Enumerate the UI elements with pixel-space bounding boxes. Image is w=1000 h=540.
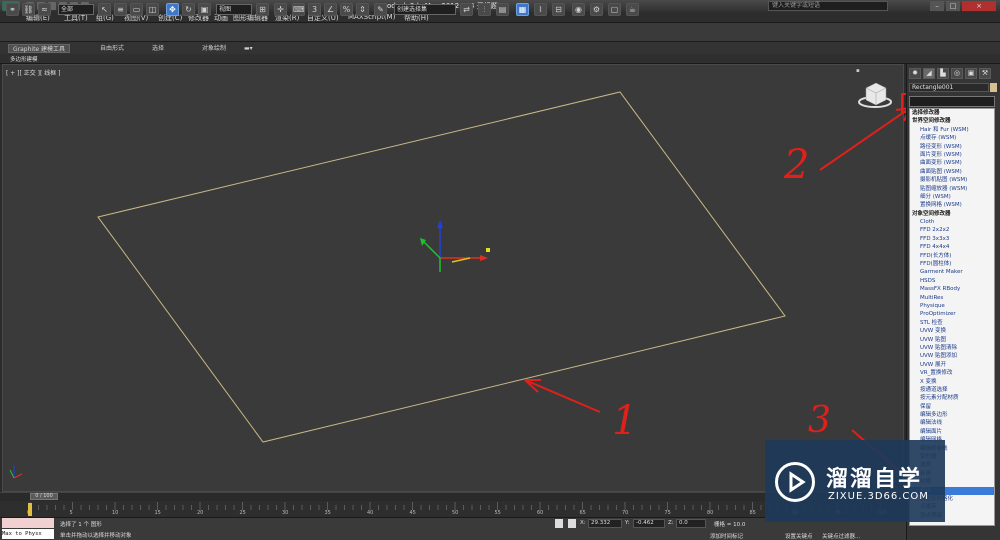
- modifier-list-item[interactable]: 曲面变形 (WSM): [910, 159, 994, 167]
- annotation-number-3: 3: [808, 400, 831, 441]
- z-coord-field[interactable]: 0.0: [676, 519, 706, 528]
- modifier-list-item[interactable]: UVW 贴图清除: [910, 344, 994, 352]
- modifier-list-item[interactable]: 曲面贴图 (WSM): [910, 168, 994, 176]
- modifier-list-item[interactable]: 细分 (WSM): [910, 193, 994, 201]
- frame-tick-label: 30: [282, 510, 289, 516]
- utilities-panel-icon[interactable]: ⚒: [979, 68, 991, 79]
- y-coord-field[interactable]: -0.462: [633, 519, 665, 528]
- watermark-title: 溜溜自学: [826, 467, 923, 492]
- modifier-list-item[interactable]: UVW 变换: [910, 327, 994, 335]
- modifier-list-item[interactable]: STL 检查: [910, 319, 994, 327]
- modifier-category-header: 对象空间修改器: [912, 210, 951, 217]
- grid-size-text: 栅格 = 10.0: [714, 522, 746, 528]
- modifier-list-item[interactable]: FFD(长方体): [910, 252, 994, 260]
- frame-tick-label: 40: [367, 510, 374, 516]
- watermark-play-icon: [775, 462, 815, 502]
- modifier-list-item[interactable]: 编辑多边形: [910, 411, 994, 419]
- display-panel-icon[interactable]: ▣: [965, 68, 977, 79]
- x-label: X:: [580, 520, 586, 526]
- frame-tick-label: 25: [239, 510, 246, 516]
- keyframe-marker: [28, 503, 32, 516]
- modifier-list-item[interactable]: MassFX RBody: [910, 285, 994, 293]
- modifier-list-item[interactable]: 面片变形 (WSM): [910, 151, 994, 159]
- modify-panel-icon[interactable]: ◢: [923, 68, 935, 79]
- add-time-tag-button[interactable]: 添加时间标记: [710, 532, 743, 540]
- modifier-list-item[interactable]: Physique: [910, 302, 994, 310]
- modifier-list-item[interactable]: MultiRes: [910, 294, 994, 302]
- modifier-category-header: 选择修改器: [912, 110, 940, 116]
- maxscript-input[interactable]: Max to Physx: [2, 529, 54, 539]
- modifier-list-item[interactable]: UVW 贴图: [910, 336, 994, 344]
- modifier-list-item[interactable]: 路径变形 (WSM): [910, 143, 994, 151]
- status-selection-text: 选择了 1 个 图形: [60, 522, 102, 528]
- modifier-list-item[interactable]: 编辑面片: [910, 428, 994, 436]
- frame-tick-label: 50: [452, 510, 459, 516]
- modifier-list-dropdown[interactable]: [909, 96, 995, 107]
- viewcube-icon[interactable]: [858, 82, 892, 108]
- frame-tick-label: 80: [707, 510, 714, 516]
- modifier-list-item[interactable]: 贴图缩放器 (WSM): [910, 185, 994, 193]
- watermark-url: ZIXUE.3D66.COM: [828, 491, 929, 502]
- hierarchy-panel-icon[interactable]: ▙: [937, 68, 949, 79]
- object-name-field[interactable]: Rectangle001: [909, 83, 989, 92]
- modifier-category-header: 世界空间修改器: [912, 118, 951, 125]
- set-key-button[interactable]: 设置关键点: [785, 532, 813, 540]
- modifier-list-item[interactable]: 置换网格 (WSM): [910, 201, 994, 209]
- modifier-list-item[interactable]: VR_置换修改: [910, 369, 994, 377]
- frame-tick-label: 10: [112, 510, 119, 516]
- modifier-list-item[interactable]: FFD 2x2x2: [910, 226, 994, 234]
- object-color-swatch[interactable]: [990, 83, 997, 92]
- modifier-list-item[interactable]: 编辑法线: [910, 419, 994, 427]
- frame-tick-label: 20: [197, 510, 204, 516]
- frame-tick-label: 15: [154, 510, 161, 516]
- z-label: Z:: [668, 520, 674, 526]
- modifier-list-item[interactable]: ProOptimizer: [910, 310, 994, 318]
- annotation-number-2: 2: [784, 142, 810, 188]
- modifier-list-item[interactable]: Garment Maker: [910, 268, 994, 276]
- frame-tick-label: 55: [494, 510, 501, 516]
- create-panel-icon[interactable]: ✹: [909, 68, 921, 79]
- world-axis-icon: [9, 466, 23, 479]
- modifier-list-item[interactable]: FFD(圆柱体): [910, 260, 994, 268]
- y-label: Y:: [625, 520, 630, 526]
- x-coord-field[interactable]: 29.332: [588, 519, 622, 528]
- key-filters-button[interactable]: 关键点过滤器...: [822, 532, 860, 540]
- frame-tick-label: 5: [69, 510, 73, 516]
- modifier-list-item[interactable]: HSDS: [910, 277, 994, 285]
- frame-tick-label: 70: [622, 510, 629, 516]
- lock-selection-icon[interactable]: [555, 519, 563, 528]
- modifier-list-item[interactable]: UVW 展开: [910, 361, 994, 369]
- time-slider-thumb[interactable]: 0 / 100: [30, 493, 58, 500]
- modifier-list-item[interactable]: Cloth: [910, 218, 994, 226]
- status-prompt-text: 单击并拖动以选择并移动对象: [60, 533, 132, 539]
- frame-tick-label: 85: [749, 510, 756, 516]
- modifier-list-item[interactable]: UVW 贴图添加: [910, 352, 994, 360]
- modifier-list-item[interactable]: 按元素分配材质: [910, 394, 994, 402]
- maxscript-listener-pink[interactable]: [2, 518, 54, 528]
- frame-tick-label: 75: [664, 510, 671, 516]
- annotation-arrow-1: [524, 379, 601, 413]
- modifier-list-item[interactable]: Hair 和 Fur (WSM): [910, 126, 994, 134]
- frame-tick-label: 35: [324, 510, 331, 516]
- modifier-list-item[interactable]: 保留: [910, 403, 994, 411]
- motion-panel-icon[interactable]: ◎: [951, 68, 963, 79]
- frame-tick-label: 60: [537, 510, 544, 516]
- rectangle-shape[interactable]: [97, 91, 786, 443]
- modifier-list-item[interactable]: 摄影机贴图 (WSM): [910, 176, 994, 184]
- frame-tick-label: 65: [579, 510, 586, 516]
- move-gizmo[interactable]: [420, 220, 490, 272]
- modifier-list-item[interactable]: X 变换: [910, 378, 994, 386]
- frame-tick-label: 45: [409, 510, 416, 516]
- transform-mode-icon[interactable]: [568, 519, 576, 528]
- annotation-number-1: 1: [612, 398, 638, 444]
- modifier-list-item[interactable]: FFD 4x4x4: [910, 243, 994, 251]
- modifier-list-item[interactable]: 点缓存 (WSM): [910, 134, 994, 142]
- annotation-arrow-2: [819, 107, 911, 171]
- modifier-list-item[interactable]: FFD 3x3x3: [910, 235, 994, 243]
- modifier-list-item[interactable]: 按通道选择: [910, 386, 994, 394]
